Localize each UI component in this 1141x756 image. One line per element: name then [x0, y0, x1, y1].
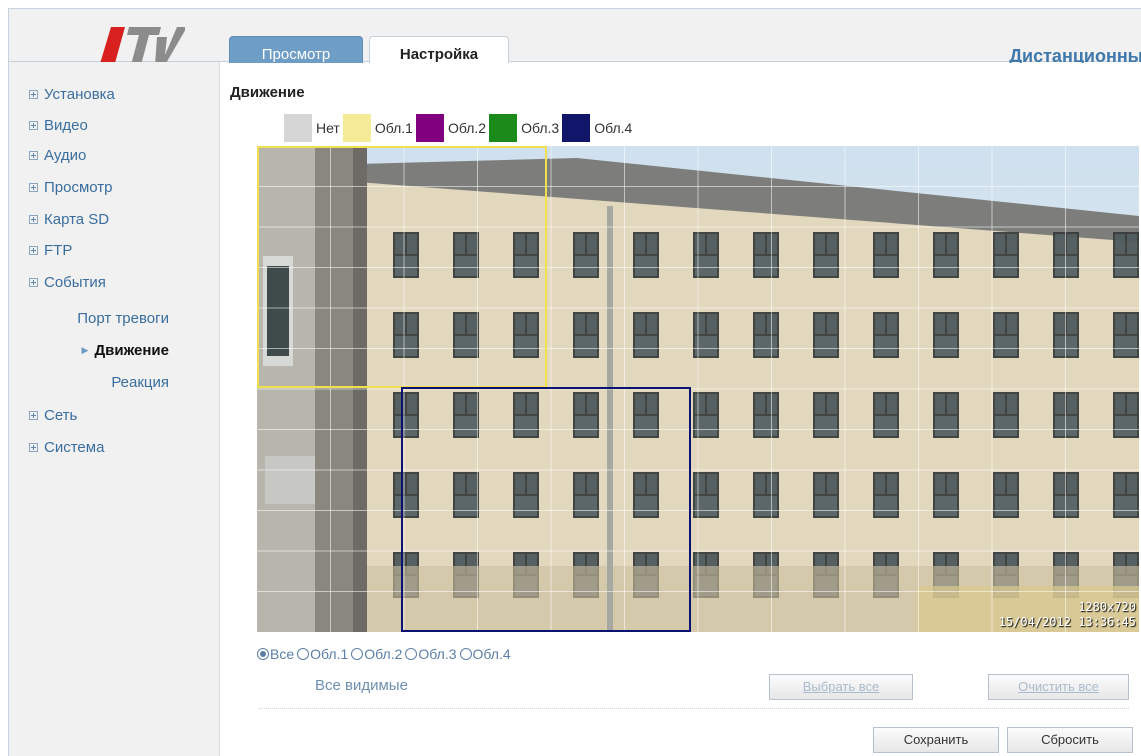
- save-button[interactable]: Сохранить: [873, 727, 999, 753]
- main-content: Движение Нет Обл.1 Обл.2 Обл.3 Обл.4 128…: [221, 63, 1141, 756]
- sidebar-item-label: Установка: [44, 86, 115, 103]
- legend-swatch-none[interactable]: [284, 114, 312, 142]
- expand-icon: [29, 215, 38, 224]
- radio-checked-icon: [257, 648, 269, 660]
- sidebar-subitem-label: Движение: [94, 342, 169, 359]
- expand-icon: [29, 90, 38, 99]
- radio-icon: [459, 648, 472, 660]
- sidebar-item-network[interactable]: Сеть: [29, 407, 77, 424]
- legend-swatch-zone2[interactable]: [415, 114, 444, 142]
- sidebar-item-label: FTP: [44, 242, 73, 259]
- legend-label-zone2: Обл.2: [447, 120, 487, 136]
- radio-zone3[interactable]: Обл.3: [405, 646, 457, 662]
- section-title: Движение: [230, 84, 305, 101]
- expand-icon: [29, 246, 38, 255]
- expand-icon: [29, 121, 38, 130]
- sidebar-item-ftp[interactable]: FTP: [29, 242, 72, 259]
- radio-zone2[interactable]: Обл.2: [351, 646, 402, 662]
- sidebar-item-label: События: [44, 274, 106, 291]
- sidebar-subitem-alarm-port[interactable]: Порт тревоги: [77, 310, 169, 327]
- expand-icon: [29, 278, 38, 287]
- sidebar-item-events[interactable]: События: [29, 274, 106, 291]
- reset-button[interactable]: Сбросить: [1007, 727, 1133, 753]
- radio-icon: [297, 648, 310, 660]
- radio-zone1[interactable]: Обл.1: [297, 646, 348, 662]
- video-timestamp: 15/04/2012 13:36:45: [998, 615, 1136, 629]
- legend-label-zone4: Обл.4: [594, 120, 633, 136]
- all-visible-label: Все видимые: [315, 677, 408, 694]
- radio-zone4[interactable]: Обл.4: [459, 646, 511, 662]
- radio-icon: [405, 648, 418, 660]
- legend-label-zone1: Обл.1: [374, 120, 413, 136]
- legend-swatch-zone4[interactable]: [562, 114, 591, 142]
- expand-icon: [29, 443, 38, 452]
- legend-label-zone3: Обл.3: [521, 120, 560, 136]
- sidebar-item-label: Видео: [44, 117, 88, 134]
- sidebar-item-label: Просмотр: [44, 179, 113, 196]
- radio-icon: [351, 648, 364, 660]
- sidebar-item-label: Карта SD: [44, 211, 110, 228]
- caret-right-icon: ▶: [81, 345, 89, 355]
- sidebar-item-video[interactable]: Видео: [29, 117, 88, 134]
- header-bar: Просмотр Настройка Дистанционный пр: [9, 9, 1141, 72]
- sidebar-item-view[interactable]: Просмотр: [29, 179, 113, 196]
- camera-image: [257, 146, 1139, 632]
- clear-all-button[interactable]: Очистить все: [988, 674, 1129, 700]
- zone-legend: Нет Обл.1 Обл.2 Обл.3 Обл.4: [284, 114, 635, 142]
- sidebar-item-label: Аудио: [44, 147, 87, 164]
- sidebar-item-label: Система: [44, 439, 105, 456]
- video-resolution: 1280x720: [1078, 600, 1136, 614]
- ltv-logo: [99, 27, 185, 67]
- expand-icon: [29, 151, 38, 160]
- legend-label-none: Нет: [316, 120, 340, 136]
- select-all-button[interactable]: Выбрать все: [769, 674, 913, 700]
- sidebar-subitem-motion[interactable]: ▶ Движение: [82, 342, 169, 359]
- sidebar-item-sd-card[interactable]: Карта SD: [29, 211, 109, 228]
- camera-preview-grid[interactable]: 1280x720 15/04/2012 13:36:45: [257, 146, 1139, 632]
- divider: [259, 708, 1129, 709]
- sidebar-item-label: Сеть: [44, 407, 78, 424]
- legend-swatch-zone1[interactable]: [342, 114, 371, 142]
- sidebar-item-audio[interactable]: Аудио: [29, 147, 86, 164]
- expand-icon: [29, 183, 38, 192]
- legend-swatch-zone3[interactable]: [489, 114, 518, 142]
- sidebar: Установка Видео Аудио Просмотр Карта SD …: [9, 62, 220, 756]
- sidebar-item-setup[interactable]: Установка: [29, 86, 115, 103]
- expand-icon: [29, 411, 38, 420]
- radio-all[interactable]: Все: [257, 646, 294, 662]
- zone-radio-group: Все Обл.1 Обл.2 Обл.3 Обл.4: [257, 646, 514, 662]
- sidebar-item-system[interactable]: Система: [29, 439, 104, 456]
- sidebar-subitem-reaction[interactable]: Реакция: [111, 374, 169, 391]
